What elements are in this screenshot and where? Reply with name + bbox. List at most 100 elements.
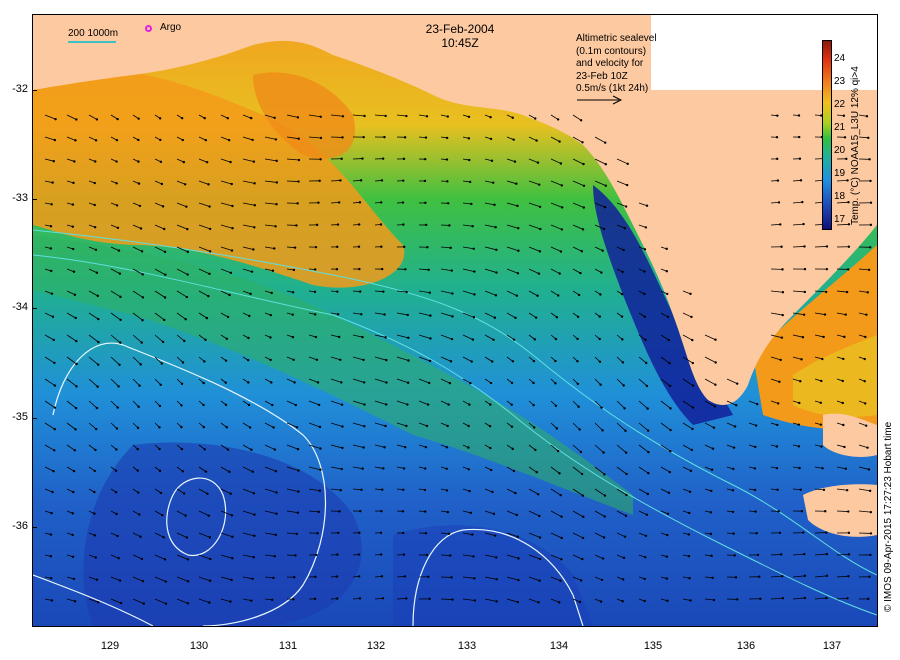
velocity-arrow-head <box>423 179 427 183</box>
velocity-arrow-head <box>291 335 295 339</box>
velocity-arrow-head <box>489 381 493 385</box>
altimetry-note-line: (0.1m contours) <box>576 45 647 57</box>
velocity-arrow-head <box>96 601 100 604</box>
velocity-arrow-head <box>384 114 387 118</box>
velocity-arrow-head <box>601 429 604 432</box>
velocity-arrow-head <box>669 407 672 410</box>
velocity-arrow-head <box>95 406 99 410</box>
velocity-arrow-head <box>182 492 186 495</box>
velocity-arrow-head <box>514 316 517 320</box>
velocity-arrow-head <box>163 250 167 254</box>
velocity-arrow-head <box>119 601 123 605</box>
velocity-arrow-head <box>93 203 96 207</box>
velocity-arrow-head <box>643 270 646 273</box>
velocity-arrow-head <box>229 492 232 495</box>
velocity-arrow-head <box>293 381 296 384</box>
velocity-arrow-head <box>115 138 119 142</box>
velocity-arrow-head <box>536 294 539 297</box>
velocity-arrow-head <box>604 184 607 187</box>
velocity-arrow-head <box>451 315 454 318</box>
velocity-arrow-head <box>869 223 873 227</box>
velocity-arrow-head <box>473 599 477 602</box>
velocity-arrow-head <box>560 228 564 231</box>
velocity-arrow-head <box>204 338 207 342</box>
velocity-arrow-head <box>363 425 366 428</box>
velocity-arrow-head <box>137 117 140 120</box>
velocity-arrow-head <box>96 363 100 366</box>
velocity-arrow-head <box>472 315 476 319</box>
velocity-arrow-head <box>602 536 606 539</box>
velocity-arrow-head <box>449 554 452 557</box>
velocity-arrow-head <box>449 360 453 363</box>
velocity-arrow-head <box>689 292 692 296</box>
velocity-arrow-head <box>161 513 164 517</box>
velocity-arrow-head <box>72 490 75 494</box>
velocity-arrow-head <box>532 359 536 363</box>
x-tick-label: 137 <box>822 640 842 652</box>
velocity-arrow-head <box>581 557 584 561</box>
velocity-arrow-head <box>114 469 118 472</box>
velocity-arrow-head <box>180 404 183 407</box>
velocity-arrow-head <box>186 602 190 605</box>
velocity-arrow-head <box>182 160 186 164</box>
velocity-arrow-head <box>803 267 807 271</box>
velocity-arrow-head <box>428 381 431 385</box>
velocity-arrow <box>396 576 406 578</box>
velocity-arrow-head <box>114 491 118 494</box>
velocity-arrow-head <box>230 182 233 186</box>
velocity-arrow-head <box>709 511 713 514</box>
velocity-arrow-head <box>775 445 779 448</box>
velocity-arrow-head <box>753 488 757 492</box>
velocity-arrow-head <box>337 335 341 339</box>
velocity-arrow-head <box>801 336 805 339</box>
velocity-arrow-head <box>253 513 256 516</box>
velocity-arrow-head <box>556 449 560 453</box>
velocity-arrow-head <box>250 448 253 451</box>
velocity-arrow-head <box>581 494 585 497</box>
velocity-arrow-head <box>845 157 848 161</box>
velocity-arrow-head <box>93 512 96 515</box>
velocity-arrow-head <box>598 360 602 363</box>
velocity-arrow-head <box>797 114 801 117</box>
velocity-arrow-head <box>847 574 850 578</box>
velocity-arrow-head <box>576 315 580 319</box>
sst-map[interactable] <box>32 14 878 627</box>
velocity-arrow-head <box>381 597 385 600</box>
velocity-arrow-head <box>666 315 670 319</box>
velocity-arrow-head <box>204 470 208 473</box>
velocity-arrow-head <box>863 357 866 361</box>
velocity-arrow-head <box>869 179 872 183</box>
velocity-arrow-head <box>448 381 452 385</box>
velocity-arrow-head <box>380 267 384 271</box>
velocity-arrow-head <box>798 466 801 470</box>
velocity-arrow-head <box>490 360 494 363</box>
velocity-arrow-head <box>72 469 76 473</box>
colorbar-label: 19 <box>834 168 846 179</box>
velocity-arrow-head <box>379 553 383 556</box>
velocity-arrow-head <box>402 553 406 556</box>
velocity-arrow-head <box>118 363 121 367</box>
velocity-arrow-head <box>72 247 75 251</box>
velocity-arrow-head <box>712 426 716 429</box>
velocity-arrow-head <box>380 245 383 248</box>
velocity-arrow-head <box>579 119 583 122</box>
velocity-arrow-head <box>803 290 807 294</box>
velocity-arrow-head <box>253 226 256 229</box>
velocity-arrow-head <box>119 341 122 344</box>
velocity-arrow-head <box>402 179 405 182</box>
velocity-arrow-head <box>538 536 542 539</box>
velocity-arrow-head <box>381 157 385 160</box>
velocity-arrow-head <box>358 223 361 226</box>
velocity-arrow-head <box>517 249 520 252</box>
y-tick <box>32 90 37 91</box>
velocity-arrow-head <box>668 470 671 474</box>
velocity-arrow-head <box>447 532 451 535</box>
altimetry-note-line: 23-Feb 10Z <box>576 70 628 82</box>
velocity-arrow-head <box>316 381 320 384</box>
velocity-arrow-head <box>159 160 163 164</box>
colorbar-label: 18 <box>834 191 846 202</box>
velocity-arrow-head <box>269 336 272 339</box>
velocity-arrow-head <box>314 335 318 339</box>
velocity-arrow-head <box>470 202 473 206</box>
velocity-arrow-head <box>646 429 650 432</box>
